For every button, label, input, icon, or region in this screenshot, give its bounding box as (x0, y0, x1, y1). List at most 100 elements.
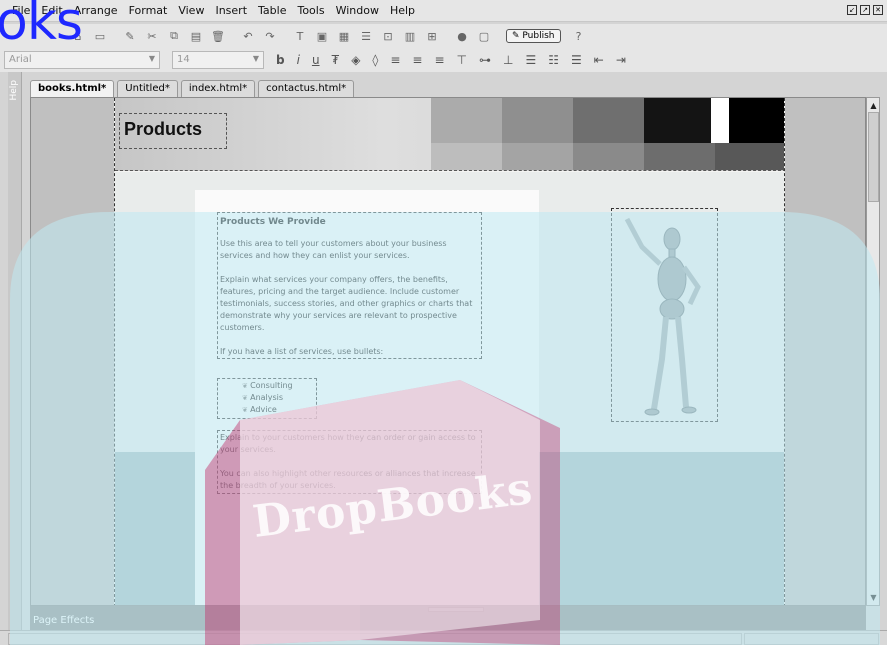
delete-icon[interactable]: 🗑 (210, 29, 226, 43)
order-text-box[interactable]: Explain to your customers how they can o… (217, 430, 482, 494)
menu-view[interactable]: View (178, 4, 204, 17)
page-banner[interactable]: Products (115, 98, 784, 171)
redo-icon[interactable]: ↷ (262, 29, 278, 43)
banner-swatch (502, 98, 573, 143)
valign-middle-icon[interactable]: ⊶ (479, 53, 491, 67)
menu-tools[interactable]: Tools (297, 4, 324, 17)
frame-icon[interactable]: ⊞ (424, 29, 440, 43)
banner-swatch (644, 98, 711, 143)
form-icon[interactable]: ☰ (358, 29, 374, 43)
banner-swatch (431, 98, 502, 143)
align-right-icon[interactable]: ≡ (434, 53, 444, 67)
font-size-value: 14 (177, 54, 190, 65)
publish-button[interactable]: ✎ Publish (506, 29, 561, 43)
indent-icon[interactable]: ⇥ (616, 53, 626, 67)
format-toolbar: Arial ▼ 14 ▼ b i u ₮ ◈ ◊ ≡ ≡ ≡ ⊤ ⊶ ⊥ ☰ ☷… (0, 48, 887, 72)
globe-icon[interactable]: ● (454, 29, 470, 43)
list-icon[interactable]: ☰ (571, 53, 582, 67)
body-paragraph: Explain to your customers how they can o… (220, 433, 476, 454)
text-icon[interactable]: T (292, 29, 308, 43)
main-toolbar: ⌂ ▭ ✎ ✂ ⧉ ▤ 🗑 ↶ ↷ T ▣ ▦ ☰ ⊡ ▥ ⊞ ● ▢ ✎ Pu… (0, 24, 887, 48)
menu-window[interactable]: Window (336, 4, 379, 17)
font-family-select[interactable]: Arial ▼ (4, 51, 160, 69)
bullet-list-box[interactable]: Consulting Analysis Advice (217, 378, 317, 419)
restore-icon[interactable]: ↗ (860, 5, 870, 15)
undo-icon[interactable]: ↶ (240, 29, 256, 43)
table-icon[interactable]: ▦ (336, 29, 352, 43)
page-effects-panel[interactable]: Page Effects (30, 606, 866, 630)
vertical-scrollbar[interactable]: ▲ ▼ (866, 97, 880, 606)
help-panel-label[interactable]: Help (9, 80, 19, 101)
edit-icon[interactable]: ✎ (122, 29, 138, 43)
list-item: Consulting (242, 380, 314, 392)
banner-swatch (431, 143, 502, 170)
publish-label: Publish (522, 31, 555, 41)
minimize-icon[interactable]: ↙ (847, 5, 857, 15)
services-list: Consulting Analysis Advice (220, 380, 314, 416)
preview-icon[interactable]: ▢ (476, 29, 492, 43)
list-item: Analysis (242, 392, 314, 404)
menu-insert[interactable]: Insert (215, 4, 247, 17)
tab-books[interactable]: books.html* (30, 80, 115, 97)
help-panel-strip[interactable] (8, 72, 22, 632)
body-paragraph: You can also highlight other resources o… (220, 469, 476, 490)
page-layout[interactable]: Products Products We Provide Use this ar… (114, 98, 785, 605)
tab-contactus[interactable]: contactus.html* (258, 80, 355, 97)
wooden-mannequin-figure (624, 217, 701, 416)
tab-untitled[interactable]: Untitled* (117, 80, 178, 97)
body-paragraph: If you have a list of services, use bull… (220, 347, 384, 356)
banner-swatch (502, 143, 573, 170)
align-left-icon[interactable]: ≡ (390, 53, 400, 67)
italic-button[interactable]: i (297, 53, 300, 67)
scroll-thumb[interactable] (868, 112, 879, 202)
status-field (744, 633, 879, 645)
paste-icon[interactable]: ▤ (188, 29, 204, 43)
scroll-up-icon[interactable]: ▲ (868, 100, 879, 111)
page-effects-label[interactable]: Page Effects (33, 615, 94, 626)
text-color-icon[interactable]: ₮ (332, 53, 340, 67)
bold-button[interactable]: b (276, 53, 285, 67)
list-item: Advice (242, 404, 314, 416)
layout-icon[interactable]: ▥ (402, 29, 418, 43)
valign-bottom-icon[interactable]: ⊥ (503, 53, 513, 67)
save-icon[interactable]: ▭ (92, 29, 108, 43)
banner-swatch (715, 143, 784, 170)
insert-icon[interactable]: ⊡ (380, 29, 396, 43)
banner-swatch (573, 98, 644, 143)
banner-swatch (644, 143, 715, 170)
image-icon[interactable]: ▣ (314, 29, 330, 43)
mannequin-image[interactable] (611, 208, 718, 422)
close-icon[interactable]: ✕ (873, 5, 883, 15)
banner-swatch (729, 98, 784, 143)
editor-canvas[interactable]: Products Products We Provide Use this ar… (30, 97, 866, 606)
font-size-select[interactable]: 14 ▼ (172, 51, 264, 69)
numbered-list-icon[interactable]: ☷ (548, 53, 559, 67)
outdent-icon[interactable]: ⇤ (594, 53, 604, 67)
banner-title[interactable]: Products (119, 113, 227, 149)
help-icon[interactable]: ? (571, 29, 587, 43)
underline-button[interactable]: u (312, 53, 320, 67)
menu-help[interactable]: Help (390, 4, 415, 17)
intro-text-box[interactable]: Products We Provide Use this area to tel… (217, 212, 482, 359)
document-tabs: books.html* Untitled* index.html* contac… (30, 80, 357, 97)
overlay-logo-text: oks (0, 0, 83, 52)
tab-index[interactable]: index.html* (180, 80, 256, 97)
status-bar (0, 630, 887, 645)
scroll-down-icon[interactable]: ▼ (868, 592, 879, 603)
section-heading: Products We Provide (220, 217, 326, 227)
banner-swatch (711, 98, 729, 143)
bullet-list-icon[interactable]: ☰ (525, 53, 536, 67)
clear-format-icon[interactable]: ◊ (372, 53, 378, 67)
font-family-value: Arial (9, 54, 32, 65)
highlight-icon[interactable]: ◈ (351, 53, 360, 67)
cut-icon[interactable]: ✂ (144, 29, 160, 43)
status-field (8, 633, 742, 645)
menu-table[interactable]: Table (258, 4, 286, 17)
chevron-down-icon: ▼ (148, 54, 155, 63)
panel-splitter-handle[interactable] (428, 607, 484, 612)
window-controls: ↙ ↗ ✕ (847, 5, 883, 15)
copy-icon[interactable]: ⧉ (166, 29, 182, 43)
valign-top-icon[interactable]: ⊤ (457, 53, 467, 67)
align-center-icon[interactable]: ≡ (412, 53, 422, 67)
menu-format[interactable]: Format (129, 4, 168, 17)
